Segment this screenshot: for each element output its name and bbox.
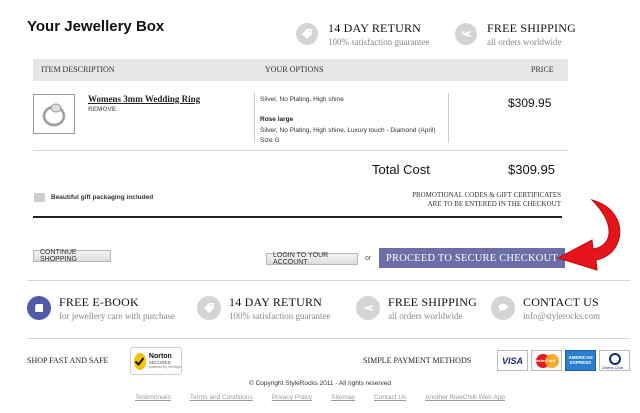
footer-link-contact[interactable]: Contact Us bbox=[374, 394, 406, 401]
feature-contact-sub[interactable]: info@stylerocks.com bbox=[523, 311, 600, 321]
norton-badge[interactable]: Norton SECURED powered by VeriSign bbox=[130, 347, 182, 375]
header-shipping-sub: all orders worldwide bbox=[487, 37, 562, 47]
option-line-1: Silver, No Plating, High shine bbox=[260, 96, 344, 103]
feature-ebook: FREE E-BOOK for jewellery care with purc… bbox=[27, 295, 175, 321]
options-divider-left bbox=[254, 93, 255, 143]
row-divider bbox=[33, 150, 568, 151]
feature-shipping-sub: all orders worldwide bbox=[388, 311, 463, 321]
col-price: PRICE bbox=[531, 65, 554, 74]
feature-return-title: 14 DAY RETURN bbox=[229, 295, 323, 309]
feature-shipping-title: FREE SHIPPING bbox=[388, 295, 477, 309]
actions-divider bbox=[33, 216, 562, 218]
feature-contact-title: CONTACT US bbox=[523, 295, 599, 309]
continue-shopping-button[interactable]: CONTINUE SHOPPING bbox=[33, 249, 111, 263]
promo-line-1: PROMOTIONAL CODES & GIFT CERTIFICATES bbox=[412, 191, 561, 199]
footer-links: Testimonials Terms and Conditions Privac… bbox=[0, 394, 640, 401]
header-return-sub: 100% satisfaction guarantee bbox=[328, 37, 430, 47]
remove-link[interactable]: REMOVE bbox=[88, 106, 116, 113]
header-feature-return: 14 DAY RETURN 100% satisfaction guarante… bbox=[296, 21, 429, 47]
tag-icon bbox=[296, 23, 318, 45]
feature-ebook-sub: for jewellery care with purchase bbox=[59, 311, 175, 321]
header-return-title: 14 DAY RETURN bbox=[328, 21, 422, 35]
shop-safe-label: SHOP FAST AND SAFE bbox=[27, 356, 109, 365]
chat-icon bbox=[491, 296, 515, 320]
airplane-icon bbox=[356, 296, 380, 320]
options-divider-right bbox=[448, 93, 449, 143]
col-description: ITEM DESCRIPTION bbox=[41, 65, 115, 74]
norton-name: Norton bbox=[148, 352, 172, 360]
amex-label: AMERICAN EXPRESS bbox=[568, 354, 593, 365]
feature-shipping: FREE SHIPPING all orders worldwide bbox=[356, 295, 477, 321]
footer-link-bluechilli[interactable]: Another BlueChilli Web App bbox=[425, 394, 505, 401]
header-shipping-title: FREE SHIPPING bbox=[487, 21, 576, 35]
table-header: ITEM DESCRIPTION YOUR OPTIONS PRICE bbox=[33, 59, 568, 81]
gift-icon bbox=[34, 193, 45, 202]
mastercard-label: MasterCard bbox=[533, 358, 556, 363]
option-line-3: Size G bbox=[260, 137, 280, 144]
promo-line-2: ARE TO BE ENTERED IN THE CHECKOUT bbox=[427, 200, 561, 208]
tag-icon bbox=[197, 296, 221, 320]
col-options: YOUR OPTIONS bbox=[265, 65, 324, 74]
page-title: Your Jewellery Box bbox=[27, 18, 165, 35]
product-image[interactable] bbox=[33, 94, 75, 134]
norton-powered: powered by VeriSign bbox=[148, 365, 181, 369]
secure-checkout-button[interactable]: PROCEED TO SECURE CHECKOUT bbox=[379, 248, 565, 268]
visa-label: VISA bbox=[501, 355, 523, 366]
diners-card: Diners Club bbox=[599, 350, 630, 371]
footer-link-privacy[interactable]: Privacy Policy bbox=[272, 394, 312, 401]
footer-link-sitemap[interactable]: Sitemap bbox=[331, 394, 355, 401]
footer-link-terms[interactable]: Terms and Conditions bbox=[190, 394, 253, 401]
item-price: $309.95 bbox=[508, 96, 552, 110]
red-arrow-icon bbox=[556, 199, 621, 271]
book-icon bbox=[27, 296, 51, 320]
total-value: $309.95 bbox=[508, 162, 555, 177]
feature-return-sub: 100% satisfaction guarantee bbox=[229, 311, 331, 321]
section-divider-1 bbox=[27, 280, 630, 281]
total-label: Total Cost bbox=[372, 162, 430, 177]
option-group-title: Rose large bbox=[260, 116, 294, 123]
visa-card: VISA bbox=[497, 350, 528, 371]
payment-methods-label: SIMPLE PAYMENT METHODS bbox=[363, 356, 472, 365]
mastercard-card: MasterCard bbox=[531, 350, 562, 371]
feature-return: 14 DAY RETURN 100% satisfaction guarante… bbox=[197, 295, 330, 321]
or-label: or bbox=[365, 255, 372, 262]
diners-label: Diners Club bbox=[602, 365, 623, 370]
login-button[interactable]: LOGIN TO YOUR ACCOUNT bbox=[266, 252, 358, 266]
feature-contact[interactable]: CONTACT US info@stylerocks.com bbox=[491, 295, 600, 321]
product-name-link[interactable]: Womens 3mm Wedding Ring bbox=[88, 94, 200, 104]
option-line-2: Silver, No Plating, High shine, Luxury t… bbox=[260, 127, 436, 134]
gift-label: Beautiful gift packaging included bbox=[51, 194, 154, 201]
amex-card: AMERICAN EXPRESS bbox=[565, 350, 596, 371]
section-divider-2 bbox=[27, 338, 630, 339]
footer-link-testimonials[interactable]: Testimonials bbox=[135, 394, 171, 401]
copyright-text: © Copyright StyleRocks 2011 - All rights… bbox=[249, 380, 391, 387]
ring-icon bbox=[42, 103, 66, 127]
header-feature-shipping: FREE SHIPPING all orders worldwide bbox=[455, 21, 576, 47]
feature-ebook-title: FREE E-BOOK bbox=[59, 295, 139, 309]
checkmark-icon bbox=[134, 352, 146, 370]
airplane-icon bbox=[455, 23, 477, 45]
